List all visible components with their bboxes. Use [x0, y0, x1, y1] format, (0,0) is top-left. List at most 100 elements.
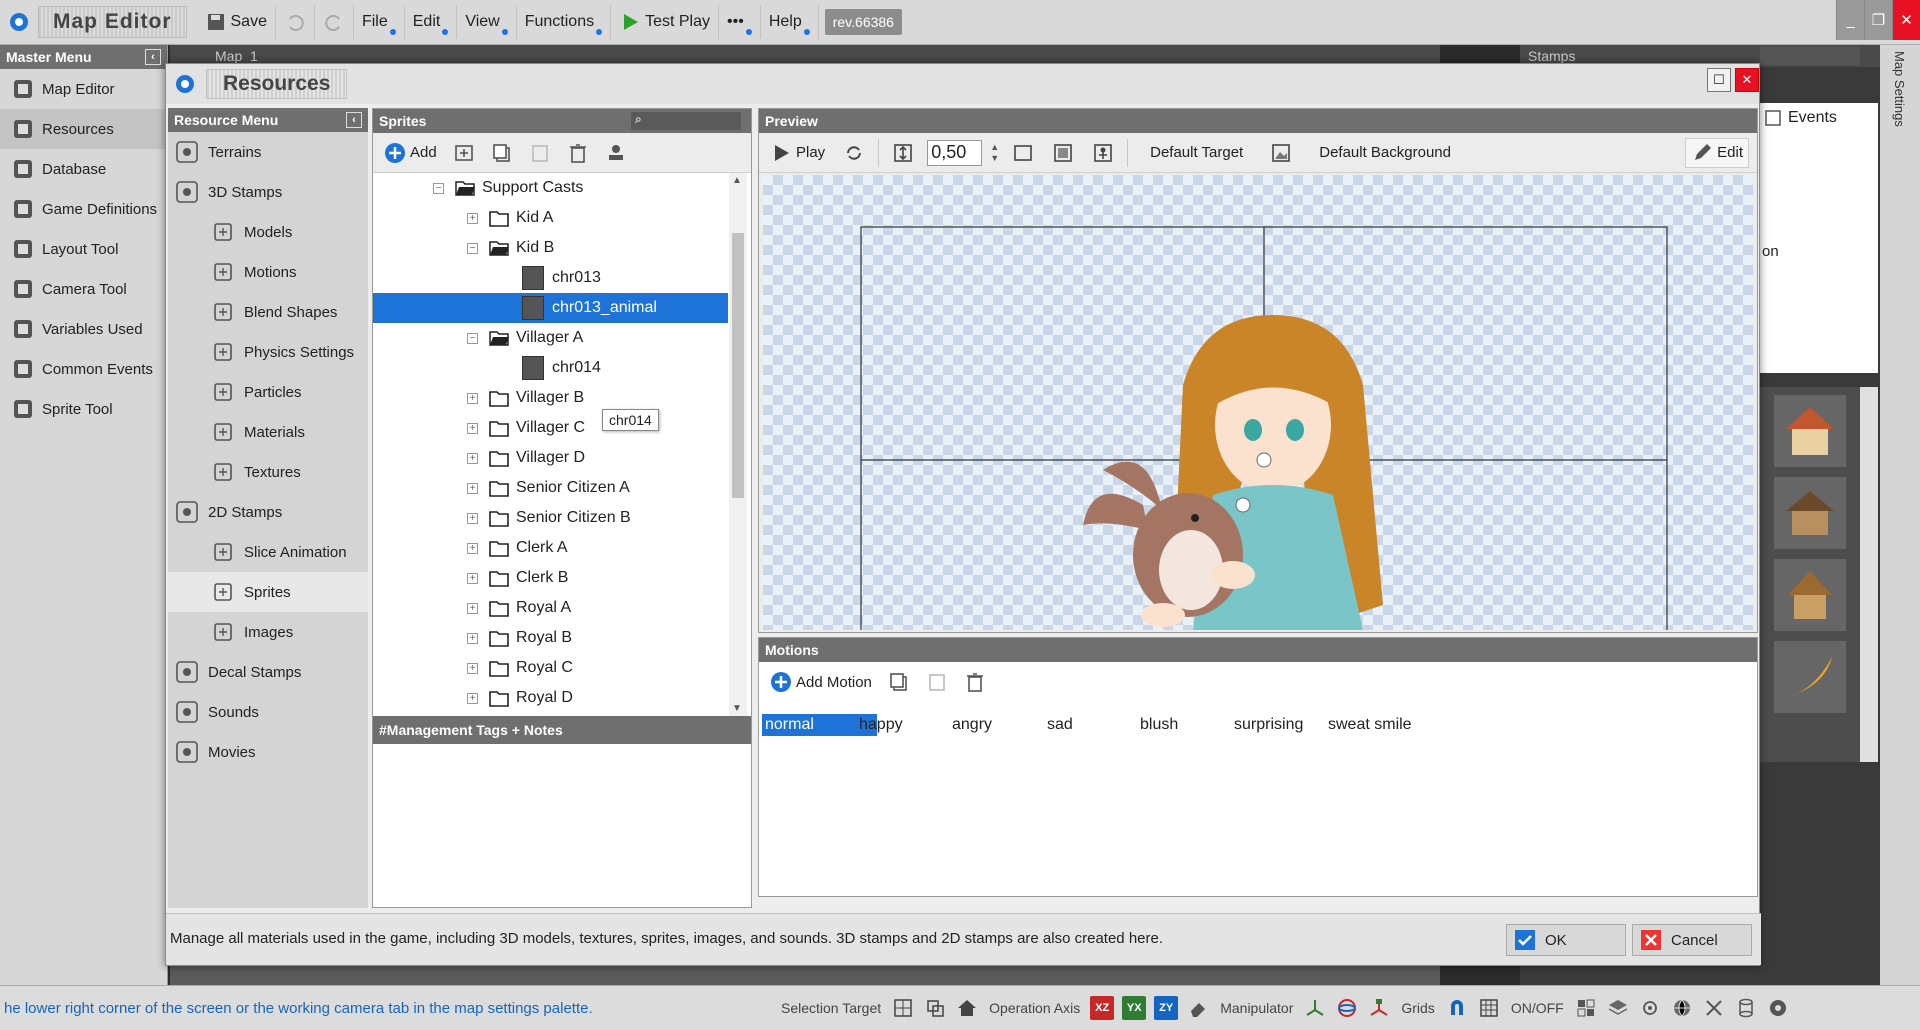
redo-button[interactable] [315, 5, 354, 39]
play-button[interactable]: Play [765, 138, 830, 168]
collapse-icon[interactable]: ‹ [145, 49, 161, 65]
close-button[interactable]: ✕ [1892, 0, 1920, 40]
tree-sprite-item[interactable]: chr014 [373, 353, 601, 383]
motion-tab-surprising[interactable]: surprising [1231, 714, 1303, 736]
add-motion-button[interactable]: Add Motion [765, 667, 877, 697]
frame-button[interactable] [1007, 138, 1039, 168]
dialog-maximize-button[interactable]: ☐ [1707, 68, 1731, 92]
menu-functions[interactable]: Functions [517, 5, 612, 39]
scale-gizmo-icon[interactable] [1367, 996, 1391, 1020]
tree-expander-icon[interactable]: + [467, 422, 478, 434]
resource-menu-item-terrains[interactable]: Terrains [168, 132, 368, 172]
tree-folder-item[interactable]: − Villager A [373, 323, 583, 353]
copy-motion-button[interactable] [883, 667, 915, 697]
tree-folder-item[interactable]: + Villager B [373, 383, 584, 413]
axis-xz-toggle[interactable]: XZ [1090, 996, 1115, 1020]
tree-folder-item[interactable]: − Support Casts [373, 173, 583, 203]
menu-edit[interactable]: Edit [405, 5, 458, 39]
master-menu-item-variables-used[interactable]: Variables Used [0, 309, 167, 349]
map-settings-label[interactable]: Map Settings [1892, 51, 1907, 127]
light-icon[interactable] [1638, 996, 1662, 1020]
scale-fit-button[interactable] [887, 138, 919, 168]
resource-menu-item-images[interactable]: Images [168, 612, 368, 652]
add-folder-button[interactable] [448, 138, 480, 168]
scroll-up-icon[interactable]: ▲ [732, 175, 742, 186]
tree-folder-item[interactable]: − Kid B [373, 233, 554, 263]
resource-menu-item-blend-shapes[interactable]: Blend Shapes [168, 292, 368, 332]
layers-icon[interactable] [1606, 996, 1630, 1020]
paste-motion-button[interactable] [921, 667, 953, 697]
bone-icon[interactable] [1702, 996, 1726, 1020]
paste-button[interactable] [524, 138, 556, 168]
scroll-down-icon[interactable]: ▼ [732, 703, 742, 714]
master-menu-item-camera-tool[interactable]: Camera Tool [0, 269, 167, 309]
stamp-thumb-leaf[interactable] [1774, 641, 1846, 713]
tree-folder-item[interactable]: + Kid A [373, 203, 553, 233]
globe-icon[interactable] [1670, 996, 1694, 1020]
map-tab[interactable]: Map_1 [215, 48, 258, 64]
settings-icon[interactable] [1766, 996, 1790, 1020]
master-menu-item-database[interactable]: Database [0, 149, 167, 189]
grid-toggle-icon[interactable] [1574, 996, 1598, 1020]
menu-help[interactable]: Help [761, 5, 819, 39]
motion-tab-sweat-smile[interactable]: sweat smile [1325, 714, 1412, 736]
tree-folder-item[interactable]: + Royal D [373, 683, 573, 713]
select-grid-icon[interactable] [891, 996, 915, 1020]
motion-tab-blush[interactable]: blush [1137, 714, 1178, 736]
stamps-scrollbar[interactable] [1860, 387, 1878, 762]
tree-folder-item[interactable]: + Villager C [373, 413, 585, 443]
resource-menu-item-3d-stamps[interactable]: 3D Stamps [168, 172, 368, 212]
tree-expander-icon[interactable]: + [467, 572, 478, 584]
grid-magnet-icon[interactable] [1445, 996, 1469, 1020]
default-background-button[interactable]: Default Background [1305, 138, 1465, 168]
tree-expander-icon[interactable]: − [433, 182, 444, 194]
add-sprite-button[interactable]: Add [379, 138, 442, 168]
ok-button[interactable]: OK [1506, 924, 1626, 956]
tree-expander-icon[interactable]: + [467, 212, 478, 224]
sprites-search-input[interactable]: ⌕ [631, 112, 741, 130]
tree-expander-icon[interactable]: + [467, 452, 478, 464]
frame-fill-button[interactable] [1047, 138, 1079, 168]
background-image-button[interactable] [1265, 138, 1297, 168]
events-list[interactable]: on [1760, 133, 1878, 373]
resource-menu-item-sounds[interactable]: Sounds [168, 692, 368, 732]
preview-canvas[interactable] [763, 175, 1753, 630]
resource-menu-item-particles[interactable]: Particles [168, 372, 368, 412]
tree-folder-item[interactable]: + Royal B [373, 623, 572, 653]
resource-menu-item-motions[interactable]: Motions [168, 252, 368, 292]
resource-menu-item-models[interactable]: Models [168, 212, 368, 252]
eraser-icon[interactable] [1186, 996, 1210, 1020]
dialog-close-button[interactable]: ✕ [1735, 68, 1759, 92]
resource-menu-item-physics-settings[interactable]: Physics Settings [168, 332, 368, 372]
tree-scroll-thumb[interactable] [732, 233, 744, 498]
tree-expander-icon[interactable]: + [467, 482, 478, 494]
menu-view[interactable]: View [457, 5, 517, 39]
resource-menu-item-movies[interactable]: Movies [168, 732, 368, 772]
tree-expander-icon[interactable]: + [467, 542, 478, 554]
tree-sprite-item[interactable]: chr013_animal [373, 293, 728, 323]
resource-menu-item-decal-stamps[interactable]: Decal Stamps [168, 652, 368, 692]
stamp-thumb-house-3[interactable] [1774, 559, 1846, 631]
move-gizmo-icon[interactable] [1303, 996, 1327, 1020]
motion-tab-angry[interactable]: angry [949, 714, 992, 736]
tree-sprite-item[interactable]: chr013 [373, 263, 601, 293]
menu-file[interactable]: File [354, 5, 405, 39]
delete-button[interactable] [562, 138, 594, 168]
master-menu-item-layout-tool[interactable]: Layout Tool [0, 229, 167, 269]
grid-icon[interactable] [1477, 996, 1501, 1020]
tree-expander-icon[interactable]: − [467, 332, 478, 344]
tree-folder-item[interactable]: + Villager D [373, 443, 585, 473]
master-menu-item-resources[interactable]: Resources [0, 109, 167, 149]
cylinder-icon[interactable] [1734, 996, 1758, 1020]
tree-folder-item[interactable]: + Senior Citizen A [373, 473, 630, 503]
motion-tab-sad[interactable]: sad [1044, 714, 1073, 736]
resource-menu-item-materials[interactable]: Materials [168, 412, 368, 452]
select-object-icon[interactable] [923, 996, 947, 1020]
axis-zy-toggle[interactable]: ZY [1154, 996, 1179, 1020]
tree-expander-icon[interactable]: + [467, 662, 478, 674]
stamp-thumb-house-1[interactable] [1774, 395, 1846, 467]
events-tab[interactable]: Events [1760, 103, 1878, 133]
collapse-icon[interactable]: ‹ [346, 112, 362, 128]
scale-spinner[interactable]: ▲ ▼ [990, 142, 999, 164]
copy-button[interactable] [486, 138, 518, 168]
